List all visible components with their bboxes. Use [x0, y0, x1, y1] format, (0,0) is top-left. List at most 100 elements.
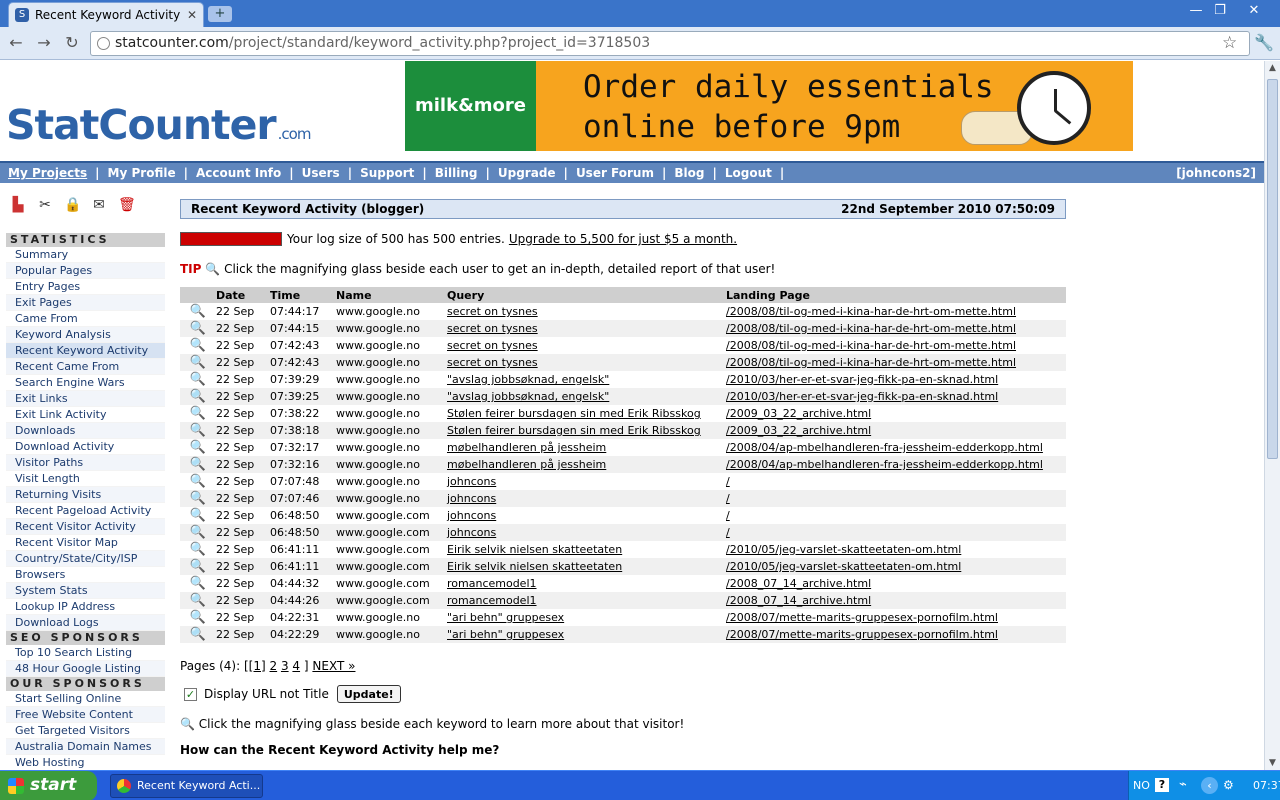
address-bar[interactable]: statcounter.com/project/standard/keyword…	[90, 31, 1250, 56]
back-icon[interactable]: ←	[6, 33, 26, 53]
sidebar-item-visit-length[interactable]: Visit Length	[6, 471, 165, 487]
start-button[interactable]: start	[0, 771, 97, 800]
advertisement-banner[interactable]: milk&more Order daily essentials online …	[405, 61, 1133, 151]
scrollbar-thumb[interactable]	[1267, 79, 1278, 459]
query-link[interactable]: romancemodel1	[447, 594, 537, 607]
nav-billing[interactable]: Billing	[435, 166, 478, 180]
sidebar-item-system-stats[interactable]: System Stats	[6, 583, 165, 599]
magnifier-icon[interactable]: 🔍	[180, 422, 216, 439]
sidebar-item-downloads[interactable]: Downloads	[6, 423, 165, 439]
landing-page-link[interactable]: /2008/04/ap-mbelhandleren-fra-jessheim-e…	[726, 458, 1043, 471]
query-link[interactable]: secret on tysnes	[447, 356, 538, 369]
query-link[interactable]: møbelhandleren på jessheim	[447, 458, 606, 471]
tab-close-icon[interactable]: ✕	[187, 8, 197, 22]
magnifier-icon[interactable]: 🔍	[180, 405, 216, 422]
sidebar-item-recent-came-from[interactable]: Recent Came From	[6, 359, 165, 375]
landing-page-link[interactable]: /2008/04/ap-mbelhandleren-fra-jessheim-e…	[726, 441, 1043, 454]
maximize-button[interactable]: ❐	[1208, 2, 1232, 20]
browser-tab[interactable]: S Recent Keyword Activity (b... ✕	[8, 2, 204, 27]
sidebar-item-search-engine-wars[interactable]: Search Engine Wars	[6, 375, 165, 391]
sidebar-item-get-targeted-visitors[interactable]: Get Targeted Visitors	[6, 723, 165, 739]
page-link-4[interactable]: 4	[292, 659, 300, 673]
query-link[interactable]: romancemodel1	[447, 577, 537, 590]
landing-page-link[interactable]: /2010/05/jeg-varslet-skatteetaten-om.htm…	[726, 560, 961, 573]
nav-users[interactable]: Users	[302, 166, 340, 180]
reload-icon[interactable]: ↻	[62, 33, 82, 53]
sidebar-item-came-from[interactable]: Came From	[6, 311, 165, 327]
landing-page-link[interactable]: /	[726, 475, 730, 488]
sidebar-item-keyword-analysis[interactable]: Keyword Analysis	[6, 327, 165, 343]
lock-icon[interactable]: 🔒	[64, 197, 81, 213]
trash-icon[interactable]: 🗑	[118, 197, 136, 213]
query-link[interactable]: secret on tysnes	[447, 322, 538, 335]
magnifier-icon[interactable]: 🔍	[180, 592, 216, 609]
help-icon[interactable]: ?	[1155, 778, 1169, 792]
magnifier-icon[interactable]: 🔍	[180, 456, 216, 473]
sidebar-item-lookup-ip-address[interactable]: Lookup IP Address	[6, 599, 165, 615]
sidebar-item-download-activity[interactable]: Download Activity	[6, 439, 165, 455]
scroll-up-icon[interactable]: ▲	[1267, 63, 1278, 73]
nav-my-profile[interactable]: My Profile	[108, 166, 176, 180]
sidebar-item-country-state-city-isp[interactable]: Country/State/City/ISP	[6, 551, 165, 567]
query-link[interactable]: "avslag jobbsøknad, engelsk"	[447, 373, 609, 386]
magnifier-icon[interactable]: 🔍	[180, 524, 216, 541]
sidebar-item-top-10-search-listing[interactable]: Top 10 Search Listing	[6, 645, 165, 661]
nav-username[interactable]: [johncons2]	[1176, 166, 1256, 180]
magnifier-icon[interactable]: 🔍	[180, 490, 216, 507]
magnifier-icon[interactable]: 🔍	[180, 626, 216, 643]
landing-page-link[interactable]: /2008/07/mette-marits-gruppesex-pornofil…	[726, 611, 998, 624]
magnifier-icon[interactable]: 🔍	[180, 609, 216, 626]
magnifier-icon[interactable]: 🔍	[180, 575, 216, 592]
nav-user-forum[interactable]: User Forum	[576, 166, 654, 180]
page-link-2[interactable]: 2	[269, 659, 277, 673]
wrench-icon[interactable]: 🔧	[1254, 33, 1274, 52]
magnifier-icon[interactable]: 🔍	[180, 320, 216, 337]
landing-page-link[interactable]: /2008/08/til-og-med-i-kina-har-de-hrt-om…	[726, 356, 1016, 369]
landing-page-link[interactable]: /2009_03_22_archive.html	[726, 407, 871, 420]
query-link[interactable]: johncons	[447, 475, 496, 488]
landing-page-link[interactable]: /2008/08/til-og-med-i-kina-har-de-hrt-om…	[726, 305, 1016, 318]
magnifier-icon[interactable]: 🔍	[180, 303, 216, 320]
taskbar-item-chrome[interactable]: Recent Keyword Acti...	[110, 774, 263, 798]
magnifier-icon[interactable]: 🔍	[180, 371, 216, 388]
landing-page-link[interactable]: /2008_07_14_archive.html	[726, 577, 871, 590]
landing-page-link[interactable]: /2010/03/her-er-et-svar-jeg-fikk-pa-en-s…	[726, 373, 998, 386]
sidebar-item-exit-pages[interactable]: Exit Pages	[6, 295, 165, 311]
sidebar-item-download-logs[interactable]: Download Logs	[6, 615, 165, 631]
display-url-checkbox[interactable]: ✓	[184, 687, 197, 701]
sidebar-item-browsers[interactable]: Browsers	[6, 567, 165, 583]
vertical-scrollbar[interactable]: ▲ ▼	[1264, 61, 1280, 770]
tools-icon[interactable]: ✂	[37, 197, 53, 213]
chart-icon[interactable]: ▙	[10, 197, 26, 213]
query-link[interactable]: Eirik selvik nielsen skatteetaten	[447, 543, 622, 556]
landing-page-link[interactable]: /2010/03/her-er-et-svar-jeg-fikk-pa-en-s…	[726, 390, 998, 403]
landing-page-link[interactable]: /	[726, 509, 730, 522]
nav-account-info[interactable]: Account Info	[196, 166, 281, 180]
sidebar-item-recent-pageload-activity[interactable]: Recent Pageload Activity	[6, 503, 165, 519]
sidebar-item-recent-visitor-activity[interactable]: Recent Visitor Activity	[6, 519, 165, 535]
nav-upgrade[interactable]: Upgrade	[498, 166, 556, 180]
landing-page-link[interactable]: /2008/08/til-og-med-i-kina-har-de-hrt-om…	[726, 339, 1016, 352]
landing-page-link[interactable]: /2008_07_14_archive.html	[726, 594, 871, 607]
landing-page-link[interactable]: /2009_03_22_archive.html	[726, 424, 871, 437]
sidebar-item-exit-links[interactable]: Exit Links	[6, 391, 165, 407]
sidebar-item-48-hour-google-listing[interactable]: 48 Hour Google Listing	[6, 661, 165, 677]
magnifier-icon[interactable]: 🔍	[180, 558, 216, 575]
sidebar-item-returning-visits[interactable]: Returning Visits	[6, 487, 165, 503]
sidebar-item-free-website-content[interactable]: Free Website Content	[6, 707, 165, 723]
sidebar-item-summary[interactable]: Summary	[6, 247, 165, 263]
network-icon[interactable]: ⌁	[1179, 777, 1187, 792]
magnifier-icon[interactable]: 🔍	[180, 507, 216, 524]
magnifier-icon[interactable]: 🔍	[180, 439, 216, 456]
sidebar-item-australia-domain-names[interactable]: Australia Domain Names	[6, 739, 165, 755]
landing-page-link[interactable]: /2008/07/mette-marits-gruppesex-pornofil…	[726, 628, 998, 641]
sidebar-item-visitor-paths[interactable]: Visitor Paths	[6, 455, 165, 471]
landing-page-link[interactable]: /	[726, 526, 730, 539]
upgrade-link[interactable]: Upgrade to 5,500 for just $5 a month.	[509, 232, 737, 246]
scroll-down-icon[interactable]: ▼	[1267, 758, 1278, 768]
nav-my-projects[interactable]: My Projects	[8, 166, 87, 180]
magnifier-icon[interactable]: 🔍	[180, 473, 216, 490]
sidebar-item-recent-visitor-map[interactable]: Recent Visitor Map	[6, 535, 165, 551]
query-link[interactable]: Stølen feirer bursdagen sin med Erik Rib…	[447, 407, 701, 420]
language-indicator[interactable]: NO	[1133, 779, 1150, 792]
